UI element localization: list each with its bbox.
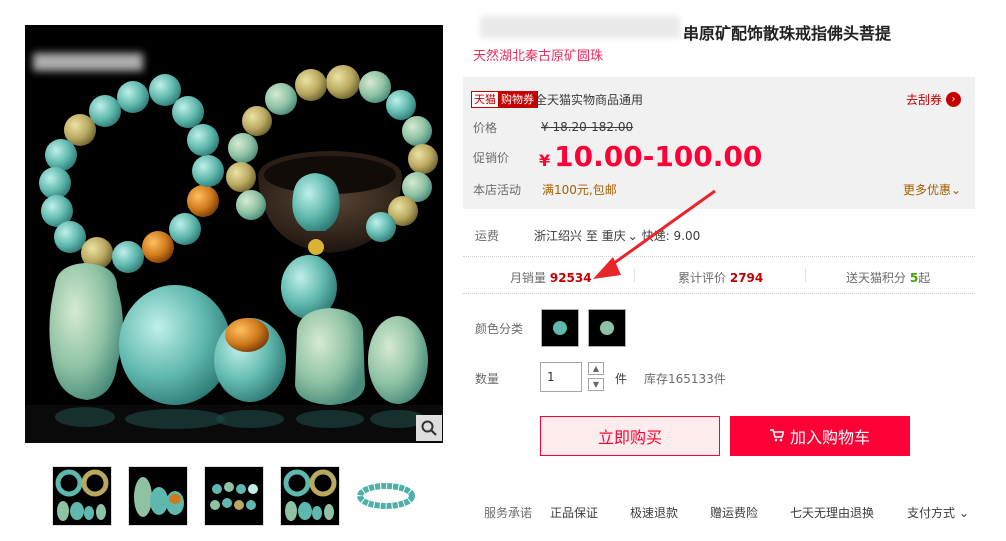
- get-coupon-link[interactable]: 去刮券 ›: [906, 91, 962, 108]
- quantity-decrease-button[interactable]: ▼: [588, 378, 604, 391]
- coupon-badge: 天猫 购物券: [471, 91, 538, 108]
- thumbnail-1[interactable]: [52, 466, 112, 526]
- turquoise-products-illustration: [25, 65, 443, 443]
- divider: [805, 268, 806, 282]
- quantity-unit: 件: [615, 372, 628, 386]
- quantity-input[interactable]: [540, 362, 582, 392]
- left-bracelet: [39, 74, 224, 273]
- chevron-down-icon: ⌄: [959, 506, 970, 520]
- coupon-description: 全天猫实物商品通用: [535, 93, 644, 107]
- quantity-label: 数量: [475, 372, 500, 386]
- service-item[interactable]: 极速退款: [630, 504, 678, 521]
- tmall-points: 送天猫积分 5起: [846, 269, 930, 286]
- shipping-label: 运费: [475, 229, 500, 243]
- points-value: 5: [909, 271, 919, 285]
- product-subtitle: 天然湖北秦古原矿圆珠: [473, 49, 604, 64]
- services-label: 服务承诺: [484, 506, 533, 520]
- points-label: 送天猫积分: [846, 271, 907, 285]
- stock-count: 库存165133件: [644, 372, 726, 386]
- annotation-arrow-icon: [593, 189, 716, 279]
- add-to-cart-button[interactable]: 加入购物车: [730, 416, 910, 456]
- service-item[interactable]: 赠运费险: [710, 504, 758, 521]
- more-offers-label: 更多优惠: [903, 183, 952, 197]
- product-title: 串原矿配饰散珠戒指佛头菩提: [683, 24, 892, 43]
- monthly-sales-label: 月销量: [510, 271, 547, 285]
- main-product-image[interactable]: [25, 25, 443, 443]
- service-item[interactable]: 七天无理由退换: [790, 504, 874, 521]
- thumbnail-3[interactable]: [204, 466, 264, 526]
- cart-icon: [769, 427, 785, 446]
- buy-now-button[interactable]: 立即购买: [540, 416, 720, 456]
- monthly-sales: 月销量 92534: [510, 269, 592, 286]
- watermark-logo: [33, 53, 143, 71]
- thumbnail-2[interactable]: [128, 466, 188, 526]
- service-item[interactable]: 正品保证: [550, 504, 598, 521]
- color-label: 颜色分类: [475, 322, 524, 336]
- reviews-value: 2794: [729, 271, 764, 285]
- add-to-cart-label: 加入购物车: [789, 428, 870, 447]
- thumbnail-5[interactable]: [356, 466, 416, 526]
- chevron-right-icon: ›: [946, 92, 962, 107]
- more-offers-link[interactable]: 更多优惠⌄: [903, 181, 961, 198]
- currency-symbol: ¥: [539, 151, 551, 170]
- promo-price-value: 10.00-100.00: [554, 140, 763, 173]
- quantity-increase-button[interactable]: ▲: [588, 362, 604, 375]
- title-redaction: [480, 16, 680, 38]
- promo-price-label: 促销价: [473, 151, 510, 165]
- price-label: 价格: [473, 121, 498, 135]
- activity-label: 本店活动: [473, 183, 522, 197]
- payment-methods-label: 支付方式: [907, 506, 956, 520]
- zoom-icon[interactable]: [416, 415, 442, 441]
- payment-methods-dropdown[interactable]: 支付方式 ⌄: [907, 504, 969, 521]
- divider: [463, 293, 975, 294]
- coupon-badge-left: 天猫: [472, 92, 498, 107]
- color-option-2[interactable]: [588, 309, 626, 347]
- get-coupon-label: 去刮券: [906, 93, 943, 107]
- promo-price: ¥ 10.00-100.00: [539, 140, 762, 173]
- chevron-down-icon: ⌄: [951, 183, 962, 197]
- color-option-1[interactable]: [541, 309, 579, 347]
- original-price: ¥ 18.20-182.00: [541, 120, 634, 134]
- points-suffix: 起: [918, 271, 931, 285]
- thumbnail-4[interactable]: [280, 466, 340, 526]
- coupon-badge-right: 购物券: [498, 92, 537, 107]
